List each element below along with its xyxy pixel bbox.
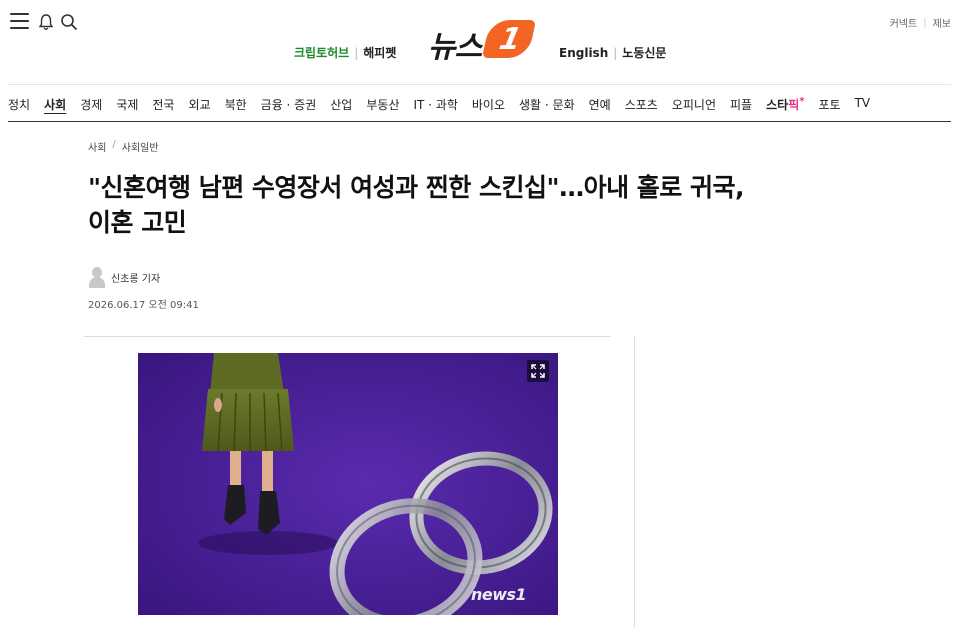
- nav-item-life-culture[interactable]: 생활 · 문화: [519, 96, 575, 116]
- nav-item-sports[interactable]: 스포츠: [625, 96, 658, 116]
- hamburger-menu-icon[interactable]: [10, 13, 29, 30]
- nav-item-it-science[interactable]: IT · 과학: [413, 96, 457, 116]
- reporter-avatar: [88, 266, 106, 288]
- nav-item-economy[interactable]: 경제: [80, 96, 102, 116]
- nav-item-industry[interactable]: 산업: [330, 96, 352, 116]
- search-icon[interactable]: [60, 13, 78, 31]
- partner-links-right: English | 노동신문: [559, 44, 667, 61]
- headline-line-1: "신혼여행 남편 수영장서 여성과 찐한 스킨십"…아내 홀로 귀국,: [88, 173, 744, 202]
- logo-badge: 1: [481, 20, 537, 58]
- nav-item-entertainment[interactable]: 연예: [589, 96, 611, 116]
- nav-item-society[interactable]: 사회: [44, 96, 66, 116]
- headline-line-2: 이혼 고민: [88, 208, 187, 237]
- expand-icon[interactable]: [527, 360, 549, 382]
- nav-item-finance[interactable]: 금융 · 증권: [261, 96, 317, 116]
- publish-date: 2026.06.17 오전 09:41: [88, 300, 199, 311]
- star-pick-label-a: 스타: [766, 98, 789, 112]
- breadcrumb: 사회 / 사회일반: [88, 139, 159, 154]
- header-divider: [8, 84, 951, 85]
- news1-logo[interactable]: 뉴스 1: [426, 18, 537, 65]
- nav-item-nationwide[interactable]: 전국: [152, 96, 174, 116]
- nav-item-world[interactable]: 국제: [116, 96, 138, 116]
- sidebar-divider: [634, 336, 635, 628]
- nav-item-politics[interactable]: 정치: [8, 96, 30, 116]
- nav-item-bio[interactable]: 바이오: [472, 96, 505, 116]
- article-divider: [84, 336, 611, 337]
- nav-item-star-pick[interactable]: 스타픽*: [766, 96, 804, 116]
- bell-icon[interactable]: [38, 13, 54, 31]
- nav-item-opinion[interactable]: 오피니언: [672, 96, 716, 116]
- nav-divider: [8, 121, 951, 122]
- site-header: 커넥트 | 제보 크립토허브 | 해피펫 뉴스 1 English | 노동신문: [0, 0, 959, 84]
- happypet-link[interactable]: 해피펫: [363, 44, 396, 61]
- article-headline: "신혼여행 남편 수영장서 여성과 찐한 스킨십"…아내 홀로 귀국, 이혼 고…: [88, 170, 868, 240]
- illustration-drawing: [138, 353, 558, 615]
- reporter-name[interactable]: 신초롱 기자: [111, 270, 160, 285]
- star-pick-mark: *: [799, 96, 805, 107]
- connect-link[interactable]: 커넥트: [890, 15, 918, 30]
- english-link[interactable]: English: [559, 46, 608, 60]
- byline: 신초롱 기자: [88, 266, 160, 288]
- crypto-hub-link[interactable]: 크립토허브: [294, 44, 349, 61]
- nav-item-photo[interactable]: 포토: [818, 96, 840, 116]
- nav-item-tv[interactable]: TV: [855, 96, 871, 116]
- top-utility-links: 커넥트 | 제보: [889, 15, 951, 30]
- image-watermark: news1: [471, 585, 527, 604]
- partner-links-left: 크립토허브 | 해피펫: [294, 44, 397, 61]
- nav-item-north-korea[interactable]: 북한: [225, 96, 247, 116]
- star-pick-label-b: 픽: [788, 98, 800, 112]
- article-illustration[interactable]: [138, 353, 558, 615]
- nav-item-diplomacy[interactable]: 외교: [188, 96, 210, 116]
- breadcrumb-society-general[interactable]: 사회일반: [122, 139, 159, 154]
- rodong-sinmun-link[interactable]: 노동신문: [622, 44, 666, 61]
- logo-text: 뉴스: [428, 30, 482, 65]
- report-link[interactable]: 제보: [933, 15, 951, 30]
- nav-item-real-estate[interactable]: 부동산: [366, 96, 399, 116]
- section-nav: 정치 사회 경제 국제 전국 외교 북한 금융 · 증권 산업 부동산 IT ·…: [8, 96, 884, 116]
- breadcrumb-society[interactable]: 사회: [88, 139, 106, 154]
- nav-item-people[interactable]: 피플: [730, 96, 752, 116]
